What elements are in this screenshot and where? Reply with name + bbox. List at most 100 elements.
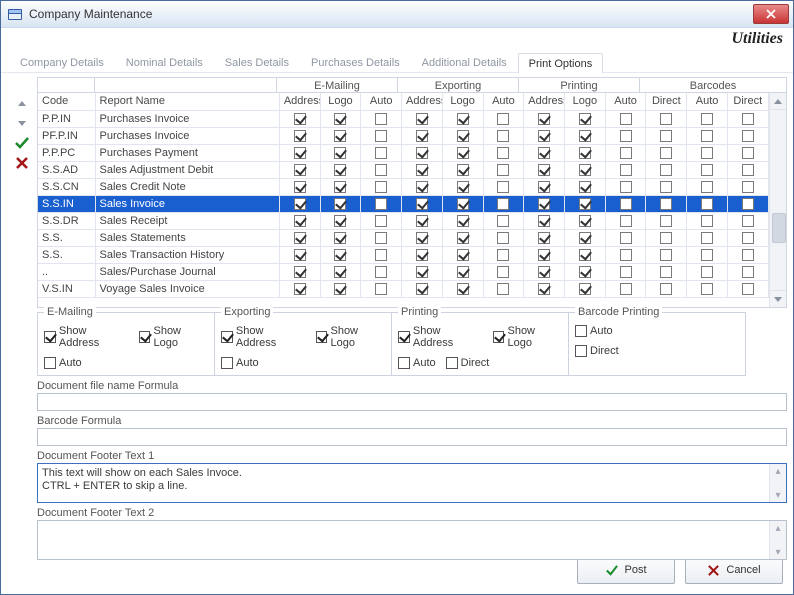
checkbox-icon[interactable] bbox=[579, 198, 591, 210]
cell-checkbox[interactable] bbox=[279, 161, 320, 178]
checkbox-icon[interactable] bbox=[701, 130, 713, 142]
cell-checkbox[interactable] bbox=[442, 127, 483, 144]
checkbox-icon[interactable] bbox=[375, 164, 387, 176]
cell-checkbox[interactable] bbox=[279, 229, 320, 246]
checkbox-icon[interactable] bbox=[538, 283, 550, 295]
cell-checkbox[interactable] bbox=[320, 212, 361, 229]
grid-scrollbar[interactable] bbox=[769, 93, 786, 307]
cell-checkbox[interactable] bbox=[564, 263, 605, 280]
checkbox-icon[interactable] bbox=[701, 266, 713, 278]
checkbox-icon[interactable] bbox=[742, 232, 754, 244]
cell-checkbox[interactable] bbox=[687, 161, 728, 178]
checkbox-icon[interactable] bbox=[538, 232, 550, 244]
checkbox-icon[interactable] bbox=[375, 283, 387, 295]
checkbox-icon[interactable] bbox=[294, 147, 306, 159]
checkbox-icon[interactable] bbox=[398, 331, 410, 343]
cell-checkbox[interactable] bbox=[402, 246, 443, 263]
checkbox-icon[interactable] bbox=[701, 147, 713, 159]
cell-code[interactable]: S.S. bbox=[38, 229, 95, 246]
cell-code[interactable]: V.S.IN bbox=[38, 280, 95, 297]
cell-checkbox[interactable] bbox=[320, 110, 361, 127]
checkbox-icon[interactable] bbox=[334, 283, 346, 295]
cell-checkbox[interactable] bbox=[687, 280, 728, 297]
cell-checkbox[interactable] bbox=[442, 178, 483, 195]
checkbox-icon[interactable] bbox=[294, 198, 306, 210]
cell-report-name[interactable]: Sales Invoice bbox=[95, 195, 279, 212]
checkbox-icon[interactable] bbox=[660, 130, 672, 142]
checkbox-icon[interactable] bbox=[660, 113, 672, 125]
checkbox-icon[interactable] bbox=[701, 198, 713, 210]
table-row[interactable]: V.S.INVoyage Sales Invoice bbox=[38, 280, 786, 297]
checkbox-icon[interactable] bbox=[620, 215, 632, 227]
column-header[interactable]: Report Name bbox=[95, 93, 279, 110]
cell-code[interactable]: .. bbox=[38, 263, 95, 280]
checkbox-icon[interactable] bbox=[294, 130, 306, 142]
cell-checkbox[interactable] bbox=[402, 263, 443, 280]
checkbox-icon[interactable] bbox=[742, 249, 754, 261]
cell-checkbox[interactable] bbox=[442, 161, 483, 178]
cell-checkbox[interactable] bbox=[605, 195, 646, 212]
checkbox-icon[interactable] bbox=[497, 113, 509, 125]
cell-code[interactable]: PF.P.IN bbox=[38, 127, 95, 144]
cell-checkbox[interactable] bbox=[564, 195, 605, 212]
checkbox-icon[interactable] bbox=[375, 147, 387, 159]
table-row[interactable]: S.S.CNSales Credit Note bbox=[38, 178, 786, 195]
cell-code[interactable]: S.S.AD bbox=[38, 161, 95, 178]
checkbox-icon[interactable] bbox=[701, 283, 713, 295]
cell-checkbox[interactable] bbox=[605, 127, 646, 144]
cell-checkbox[interactable] bbox=[727, 161, 768, 178]
cell-checkbox[interactable] bbox=[564, 144, 605, 161]
cell-checkbox[interactable] bbox=[442, 263, 483, 280]
checkbox-icon[interactable] bbox=[294, 181, 306, 193]
cell-checkbox[interactable] bbox=[361, 212, 402, 229]
option-checkbox[interactable]: Show Address bbox=[44, 325, 129, 349]
checkbox-icon[interactable] bbox=[620, 249, 632, 261]
cell-checkbox[interactable] bbox=[442, 212, 483, 229]
cell-checkbox[interactable] bbox=[646, 212, 687, 229]
doc-footer2-textarea[interactable]: ▴ ▾ bbox=[37, 520, 787, 560]
cell-checkbox[interactable] bbox=[687, 212, 728, 229]
checkbox-icon[interactable] bbox=[221, 357, 233, 369]
table-row[interactable]: S.S.ADSales Adjustment Debit bbox=[38, 161, 786, 178]
checkbox-icon[interactable] bbox=[742, 164, 754, 176]
cell-checkbox[interactable] bbox=[320, 229, 361, 246]
checkbox-icon[interactable] bbox=[701, 249, 713, 261]
cell-checkbox[interactable] bbox=[320, 246, 361, 263]
tab-sales-details[interactable]: Sales Details bbox=[214, 52, 300, 72]
cell-checkbox[interactable] bbox=[442, 195, 483, 212]
checkbox-icon[interactable] bbox=[620, 283, 632, 295]
checkbox-icon[interactable] bbox=[457, 198, 469, 210]
option-checkbox[interactable]: Show Address bbox=[398, 325, 483, 349]
checkbox-icon[interactable] bbox=[620, 198, 632, 210]
cell-report-name[interactable]: Purchases Payment bbox=[95, 144, 279, 161]
cell-report-name[interactable]: Sales Adjustment Debit bbox=[95, 161, 279, 178]
checkbox-icon[interactable] bbox=[334, 232, 346, 244]
checkbox-icon[interactable] bbox=[538, 198, 550, 210]
checkbox-icon[interactable] bbox=[660, 147, 672, 159]
cell-checkbox[interactable] bbox=[687, 263, 728, 280]
cell-checkbox[interactable] bbox=[687, 195, 728, 212]
cell-report-name[interactable]: Sales Credit Note bbox=[95, 178, 279, 195]
scroll-down-icon[interactable]: ▾ bbox=[770, 545, 786, 559]
checkbox-icon[interactable] bbox=[538, 147, 550, 159]
cell-checkbox[interactable] bbox=[483, 246, 524, 263]
cell-checkbox[interactable] bbox=[320, 263, 361, 280]
cell-checkbox[interactable] bbox=[361, 178, 402, 195]
cell-checkbox[interactable] bbox=[402, 229, 443, 246]
cell-checkbox[interactable] bbox=[727, 110, 768, 127]
checkbox-icon[interactable] bbox=[497, 147, 509, 159]
cell-checkbox[interactable] bbox=[646, 127, 687, 144]
cell-checkbox[interactable] bbox=[605, 246, 646, 263]
close-button[interactable] bbox=[753, 4, 789, 24]
cell-checkbox[interactable] bbox=[564, 246, 605, 263]
checkbox-icon[interactable] bbox=[660, 249, 672, 261]
cell-checkbox[interactable] bbox=[279, 280, 320, 297]
cell-checkbox[interactable] bbox=[483, 161, 524, 178]
cell-report-name[interactable]: Sales Receipt bbox=[95, 212, 279, 229]
checkbox-icon[interactable] bbox=[701, 164, 713, 176]
checkbox-icon[interactable] bbox=[579, 266, 591, 278]
checkbox-icon[interactable] bbox=[620, 147, 632, 159]
cell-code[interactable]: P.P.PC bbox=[38, 144, 95, 161]
checkbox-icon[interactable] bbox=[497, 198, 509, 210]
option-checkbox[interactable]: Auto bbox=[221, 357, 259, 369]
